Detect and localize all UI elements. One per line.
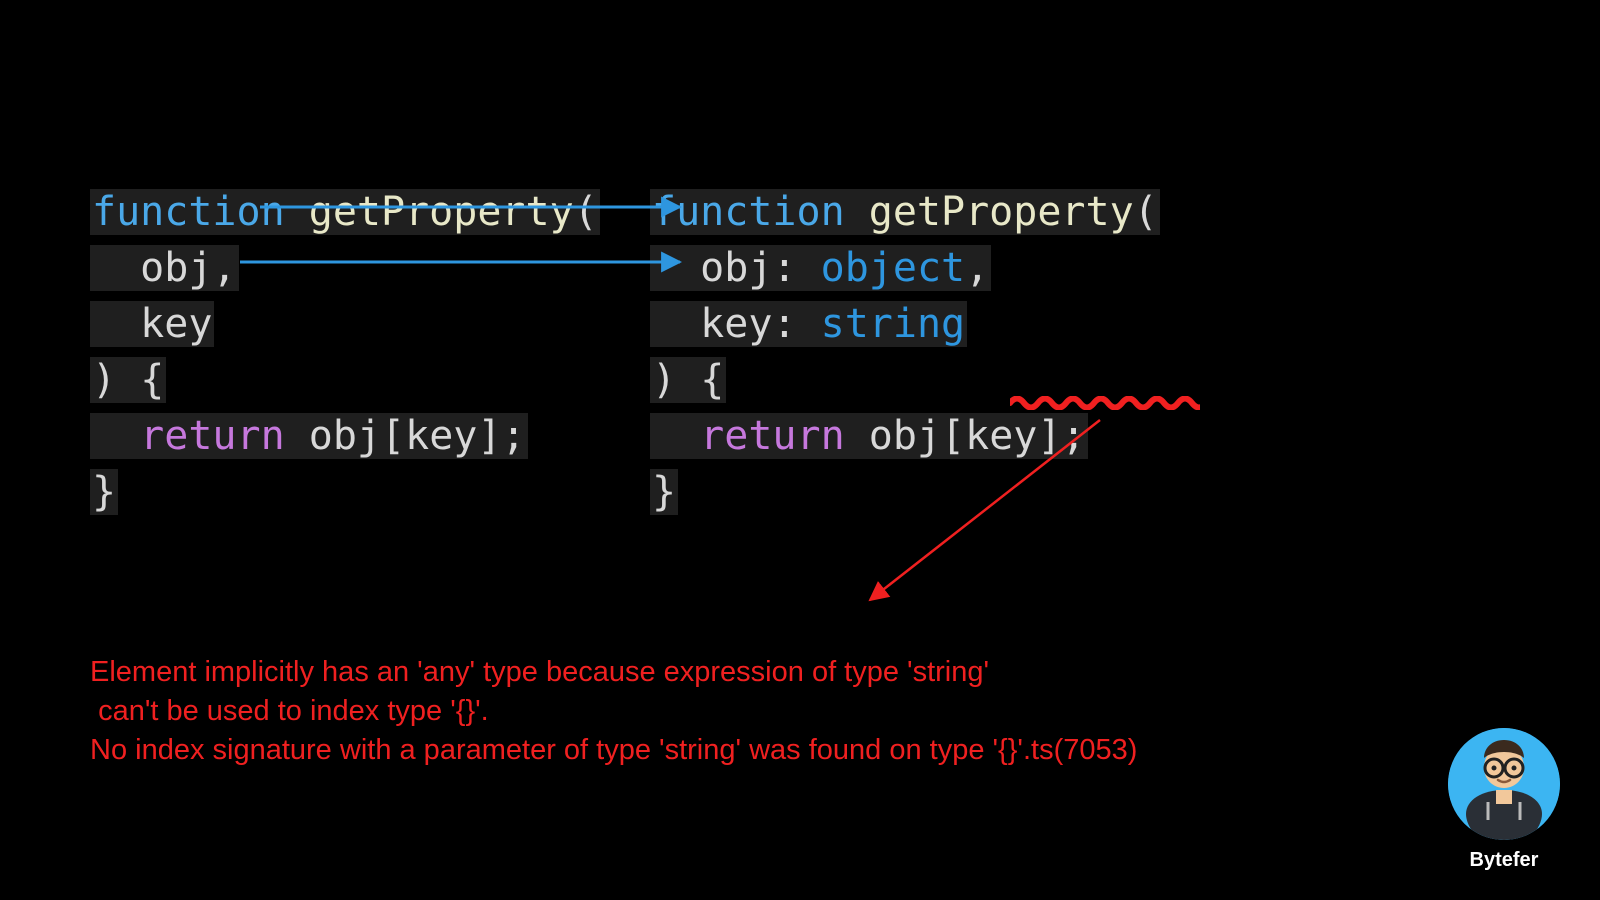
- close-paren: ): [92, 357, 116, 403]
- error-message: Element implicitly has an 'any' type bec…: [90, 614, 1137, 771]
- obj-ident: obj: [309, 413, 381, 459]
- close-paren: ): [652, 357, 676, 403]
- comma: ,: [212, 245, 236, 291]
- code-left: function getProperty( obj, key ) { retur…: [90, 128, 600, 520]
- colon: :: [772, 245, 796, 291]
- avatar-icon: [1448, 728, 1560, 840]
- open-paren: (: [1134, 189, 1158, 235]
- bracket-close: ]: [1037, 413, 1061, 459]
- bracket-open: [: [381, 413, 405, 459]
- param-key: key: [700, 301, 772, 347]
- function-name: getProperty: [869, 189, 1134, 235]
- avatar: [1448, 728, 1560, 840]
- comma: ,: [965, 245, 989, 291]
- param-obj: obj: [140, 245, 212, 291]
- bracket-close: ]: [477, 413, 501, 459]
- key-ident: key: [965, 413, 1037, 459]
- function-name: getProperty: [309, 189, 574, 235]
- error-line-3: No index signature with a parameter of t…: [90, 734, 1137, 766]
- keyword-return: return: [140, 413, 285, 459]
- bracket-open: [: [941, 413, 965, 459]
- semicolon: ;: [501, 413, 525, 459]
- error-squiggle-icon: [1010, 396, 1200, 410]
- obj-ident: obj: [869, 413, 941, 459]
- type-object: object: [821, 245, 966, 291]
- param-obj: obj: [700, 245, 772, 291]
- code-right: function getProperty( obj: object, key: …: [650, 128, 1160, 520]
- keyword-return: return: [700, 413, 845, 459]
- keyword-function: function: [92, 189, 285, 235]
- brace-open: {: [700, 357, 724, 403]
- brace-close: }: [652, 469, 676, 515]
- error-line-2: can't be used to index type '{}'.: [90, 695, 489, 727]
- brace-close: }: [92, 469, 116, 515]
- author-name: Bytefer: [1448, 849, 1560, 872]
- brace-open: {: [140, 357, 164, 403]
- param-key: key: [140, 301, 212, 347]
- keyword-function: function: [652, 189, 845, 235]
- key-ident: key: [405, 413, 477, 459]
- colon: :: [772, 301, 796, 347]
- type-string: string: [821, 301, 966, 347]
- open-paren: (: [574, 189, 598, 235]
- error-line-1: Element implicitly has an 'any' type bec…: [90, 656, 989, 688]
- semicolon: ;: [1061, 413, 1085, 459]
